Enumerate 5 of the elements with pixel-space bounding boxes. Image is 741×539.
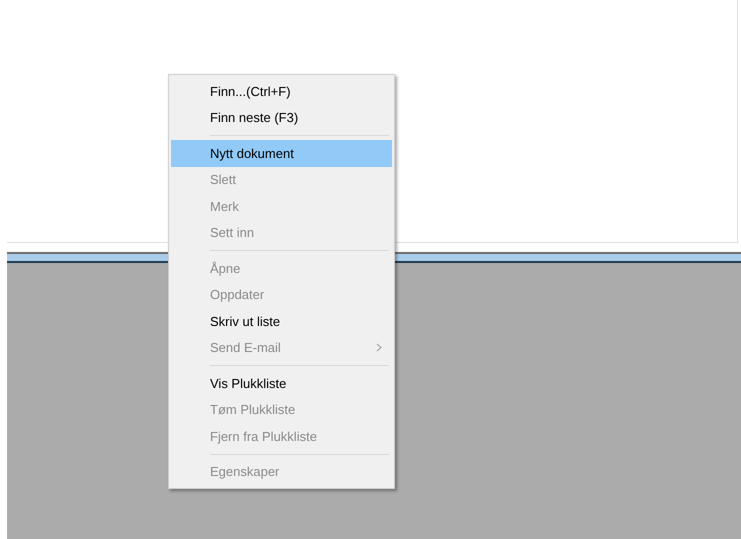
menu-item[interactable]: Skriv ut liste — [171, 308, 392, 334]
menu-item[interactable]: Finn neste (F3) — [171, 104, 392, 131]
menu-item[interactable]: Vis Plukkliste — [171, 370, 392, 396]
menu-item[interactable]: Nytt dokument — [171, 140, 392, 166]
menu-item[interactable]: Finn...(Ctrl+F) — [171, 78, 392, 104]
